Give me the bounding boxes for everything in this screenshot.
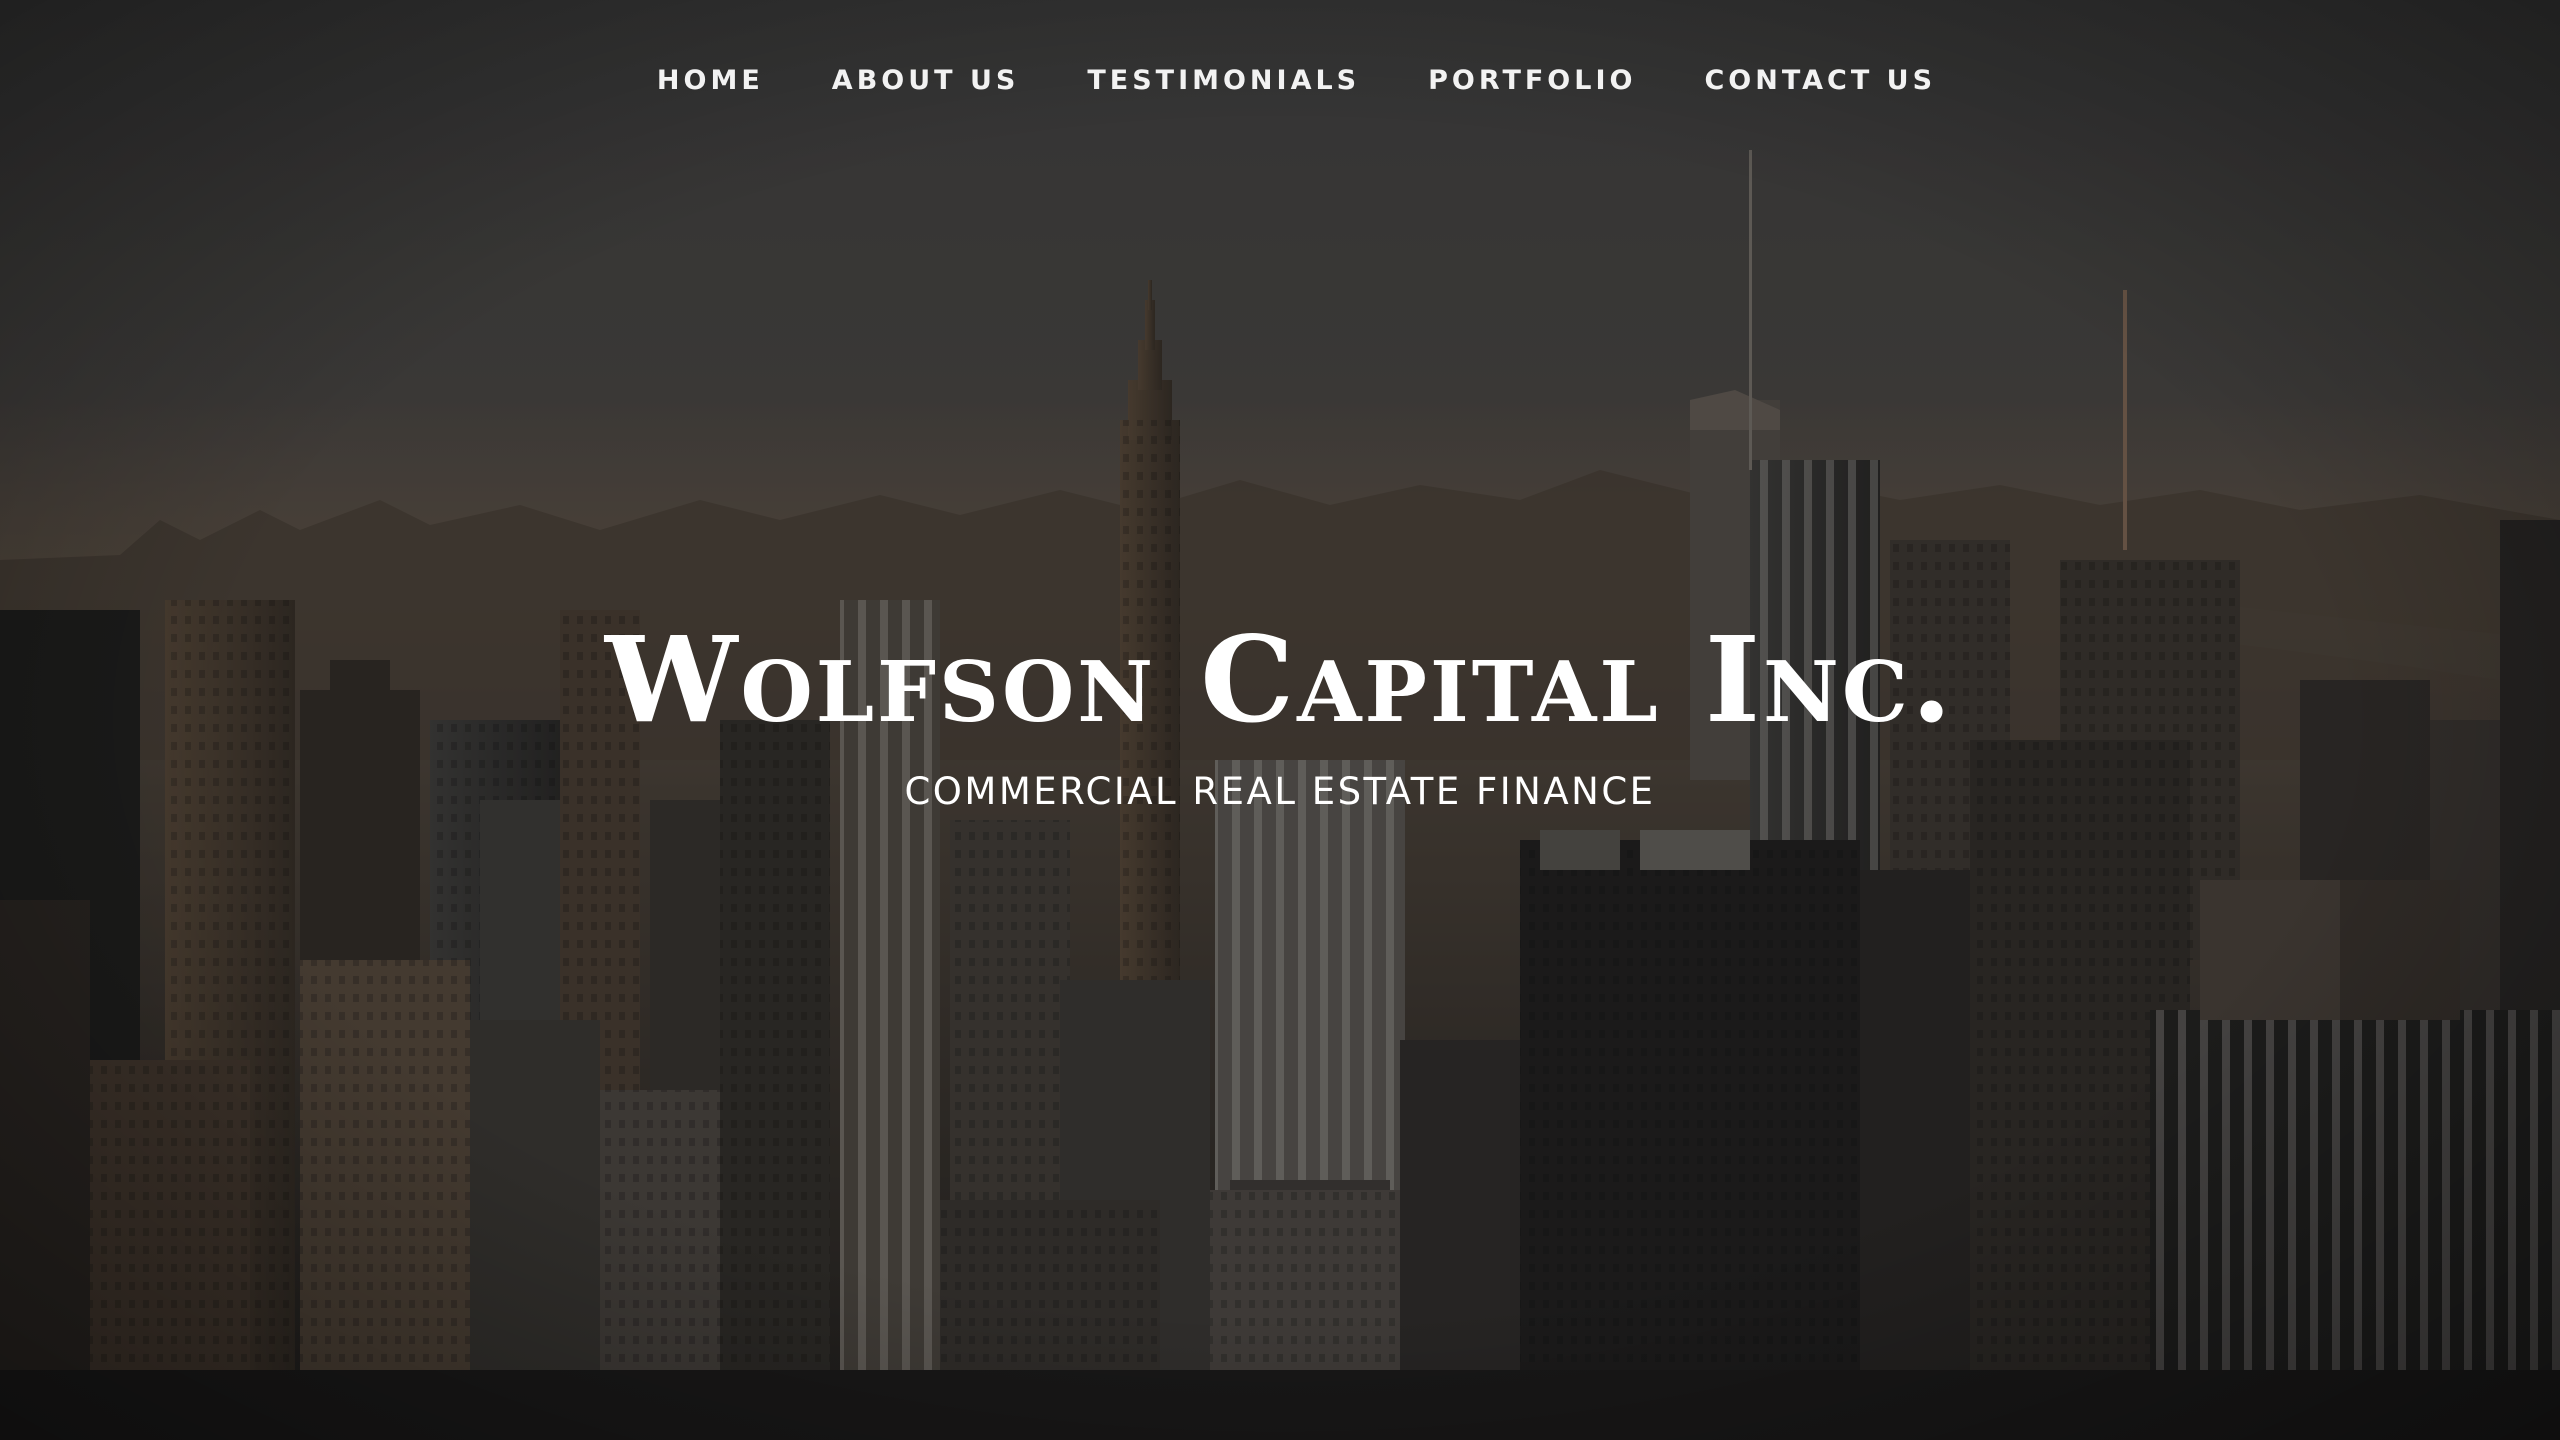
brand-title: Wolfson Capital Inc. <box>604 610 1956 749</box>
nav-menu: HOME ABOUT US TESTIMONIALS PORTFOLIO CON… <box>623 65 1970 96</box>
nav-item-contact-us[interactable]: CONTACT US <box>1670 65 1970 96</box>
hero-content: Wolfson Capital Inc. COMMERCIAL REAL EST… <box>0 610 2560 813</box>
brand-subtitle: COMMERCIAL REAL ESTATE FINANCE <box>904 770 1656 813</box>
nav-item-portfolio[interactable]: PORTFOLIO <box>1394 65 1670 96</box>
nav-item-about-us[interactable]: ABOUT US <box>798 65 1054 96</box>
hero-section: HOME ABOUT US TESTIMONIALS PORTFOLIO CON… <box>0 0 2560 1440</box>
nav-item-testimonials[interactable]: TESTIMONIALS <box>1053 65 1394 96</box>
nav-item-home[interactable]: HOME <box>623 65 798 96</box>
main-nav: HOME ABOUT US TESTIMONIALS PORTFOLIO CON… <box>0 0 2560 160</box>
